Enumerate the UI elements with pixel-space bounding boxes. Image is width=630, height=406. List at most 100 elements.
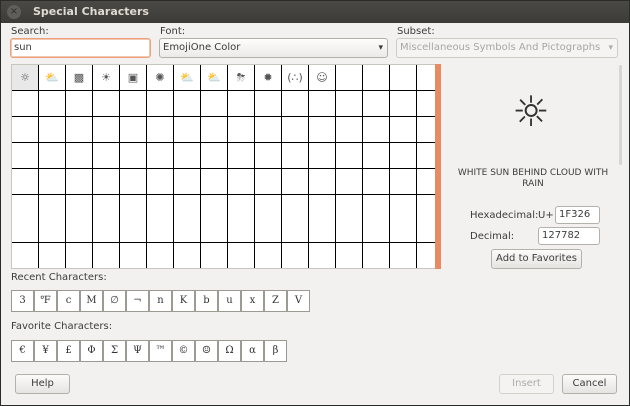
character-cell[interactable] bbox=[363, 91, 390, 117]
recent-character-button[interactable]: n bbox=[149, 290, 172, 312]
character-cell[interactable] bbox=[66, 91, 93, 117]
character-cell[interactable] bbox=[39, 91, 66, 117]
character-cell[interactable] bbox=[282, 169, 309, 195]
character-cell[interactable] bbox=[390, 243, 417, 268]
recent-character-button[interactable]: b bbox=[195, 290, 218, 312]
character-cell[interactable] bbox=[120, 143, 147, 169]
search-input[interactable]: sun bbox=[10, 38, 151, 58]
favorite-character-button[interactable]: £ bbox=[57, 340, 80, 362]
character-cell[interactable] bbox=[12, 143, 39, 169]
character-cell[interactable] bbox=[12, 91, 39, 117]
character-cell[interactable] bbox=[309, 195, 336, 243]
character-cell[interactable] bbox=[39, 143, 66, 169]
character-cell[interactable]: ⛅ bbox=[39, 65, 66, 91]
character-cell[interactable] bbox=[12, 117, 39, 143]
character-cell[interactable]: ⛈ bbox=[228, 65, 255, 91]
character-cell[interactable] bbox=[390, 195, 417, 243]
character-cell[interactable] bbox=[255, 91, 282, 117]
favorite-character-button[interactable]: ☺ bbox=[195, 340, 218, 362]
character-cell[interactable] bbox=[147, 143, 174, 169]
character-cell[interactable] bbox=[201, 169, 228, 195]
character-cell[interactable] bbox=[201, 243, 228, 268]
character-cell[interactable] bbox=[363, 169, 390, 195]
character-cell[interactable]: ☺ bbox=[309, 65, 336, 91]
character-cell[interactable] bbox=[120, 195, 147, 243]
character-cell[interactable] bbox=[147, 169, 174, 195]
character-cell[interactable] bbox=[309, 117, 336, 143]
favorite-character-button[interactable]: β bbox=[264, 340, 287, 362]
cancel-button[interactable]: Cancel bbox=[562, 374, 617, 394]
font-select[interactable]: EmojiOne Color ▾ bbox=[159, 38, 388, 58]
character-cell[interactable] bbox=[255, 169, 282, 195]
character-cell[interactable] bbox=[390, 169, 417, 195]
character-cell[interactable] bbox=[228, 117, 255, 143]
character-cell[interactable] bbox=[336, 91, 363, 117]
favorite-character-button[interactable]: € bbox=[11, 340, 34, 362]
character-cell[interactable] bbox=[174, 169, 201, 195]
character-cell[interactable] bbox=[255, 195, 282, 243]
recent-character-button[interactable]: ⅽ bbox=[57, 290, 80, 312]
character-cell[interactable]: ☼ bbox=[12, 65, 39, 91]
character-cell[interactable]: ✺ bbox=[147, 65, 174, 91]
character-cell[interactable]: ⛅ bbox=[174, 65, 201, 91]
recent-character-button[interactable]: ∅ bbox=[103, 290, 126, 312]
recent-character-button[interactable]: 3 bbox=[11, 290, 34, 312]
recent-character-button[interactable]: Z bbox=[264, 290, 287, 312]
preview-scrollbar[interactable] bbox=[619, 65, 622, 165]
character-cell[interactable] bbox=[12, 169, 39, 195]
character-cell[interactable] bbox=[336, 243, 363, 268]
character-cell[interactable] bbox=[39, 169, 66, 195]
character-cell[interactable] bbox=[66, 169, 93, 195]
character-cell[interactable] bbox=[336, 143, 363, 169]
character-cell[interactable] bbox=[228, 143, 255, 169]
character-cell[interactable] bbox=[336, 117, 363, 143]
character-cell[interactable] bbox=[282, 91, 309, 117]
character-cell[interactable] bbox=[147, 117, 174, 143]
favorite-character-button[interactable]: ™ bbox=[149, 340, 172, 362]
character-cell[interactable] bbox=[228, 169, 255, 195]
character-cell[interactable] bbox=[174, 91, 201, 117]
character-cell[interactable] bbox=[39, 243, 66, 268]
character-cell[interactable] bbox=[93, 195, 120, 243]
grid-scrollbar[interactable] bbox=[435, 64, 441, 269]
character-cell[interactable] bbox=[363, 243, 390, 268]
character-cell[interactable] bbox=[228, 243, 255, 268]
character-cell[interactable]: ▣ bbox=[120, 65, 147, 91]
character-cell[interactable] bbox=[309, 143, 336, 169]
character-cell[interactable]: ✹ bbox=[255, 65, 282, 91]
favorite-character-button[interactable]: Σ bbox=[103, 340, 126, 362]
character-cell[interactable] bbox=[120, 117, 147, 143]
decimal-input[interactable]: 127782 bbox=[538, 227, 600, 245]
favorite-character-button[interactable]: Ψ bbox=[126, 340, 149, 362]
character-cell[interactable] bbox=[174, 117, 201, 143]
character-cell[interactable] bbox=[174, 143, 201, 169]
favorite-character-button[interactable]: Ω bbox=[218, 340, 241, 362]
character-cell[interactable]: ☀ bbox=[93, 65, 120, 91]
character-cell[interactable] bbox=[336, 169, 363, 195]
character-cell[interactable] bbox=[282, 195, 309, 243]
character-cell[interactable] bbox=[282, 117, 309, 143]
character-cell[interactable] bbox=[12, 195, 39, 243]
character-cell[interactable] bbox=[93, 169, 120, 195]
character-cell[interactable] bbox=[201, 195, 228, 243]
character-cell[interactable] bbox=[120, 243, 147, 268]
character-cell[interactable] bbox=[147, 195, 174, 243]
character-cell[interactable] bbox=[255, 243, 282, 268]
character-cell[interactable] bbox=[282, 143, 309, 169]
character-cell[interactable] bbox=[12, 243, 39, 268]
character-cell[interactable] bbox=[363, 117, 390, 143]
character-cell[interactable] bbox=[93, 91, 120, 117]
character-cell[interactable]: (∴) bbox=[282, 65, 309, 91]
character-cell[interactable] bbox=[93, 117, 120, 143]
character-cell[interactable] bbox=[120, 169, 147, 195]
character-cell[interactable] bbox=[390, 65, 417, 91]
favorite-character-button[interactable]: ¥ bbox=[34, 340, 57, 362]
character-cell[interactable] bbox=[309, 169, 336, 195]
recent-character-button[interactable]: ℉ bbox=[34, 290, 57, 312]
character-cell[interactable] bbox=[39, 195, 66, 243]
character-cell[interactable] bbox=[147, 243, 174, 268]
character-cell[interactable] bbox=[228, 91, 255, 117]
favorite-character-button[interactable]: Φ bbox=[80, 340, 103, 362]
character-cell[interactable] bbox=[363, 143, 390, 169]
character-cell[interactable]: ⛅ bbox=[201, 65, 228, 91]
